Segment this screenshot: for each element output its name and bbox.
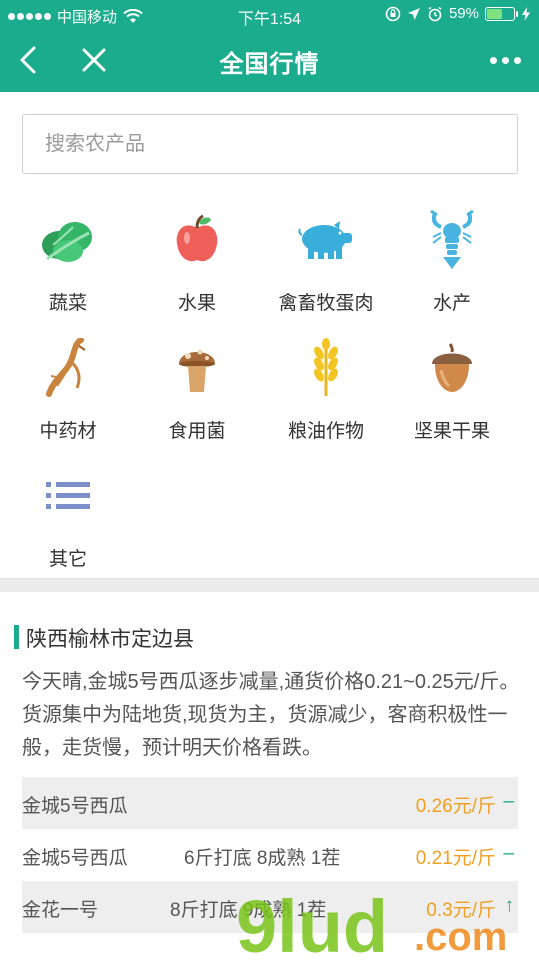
status-bar: 中国移动 下午1:54 59% (0, 0, 539, 30)
product-price: 0.3元/斤 (426, 900, 496, 921)
category-label: 其它 (48, 549, 87, 570)
category-label: 中药材 (39, 421, 97, 442)
page-title: 全国行情 (219, 51, 320, 78)
rotation-lock-icon (385, 6, 401, 21)
alarm-icon (428, 6, 442, 21)
product-name: 金城5号西瓜 (22, 796, 128, 817)
acorn-icon (422, 338, 482, 398)
category-label: 粮油作物 (287, 421, 364, 442)
market-description: 今天晴,金城5号西瓜逐步减量,通货价格0.21~0.25元/斤。货源集中为陆地货… (22, 671, 520, 759)
lobster-icon (422, 209, 482, 270)
search-input[interactable] (23, 115, 517, 173)
nav-bar: 全国行情 (0, 30, 539, 92)
category-fruit[interactable]: 水果 (130, 210, 264, 330)
mushroom-icon (167, 338, 227, 398)
product-name: 金花一号 (22, 900, 99, 921)
category-vegetable[interactable]: 蔬菜 (1, 210, 135, 330)
battery-icon (485, 6, 518, 21)
category-label: 水产 (432, 293, 471, 314)
ginseng-icon (38, 338, 98, 398)
price-row[interactable]: 金城5号西瓜 6斤打底 8成熟 1茬 0.21元/斤 – (22, 829, 518, 881)
category-herbal[interactable]: 中药材 (1, 338, 135, 458)
category-label: 蔬菜 (48, 293, 87, 314)
trend-indicator: – (503, 843, 514, 864)
category-label: 水果 (177, 293, 216, 314)
product-price: 0.26元/斤 (415, 796, 496, 817)
product-price: 0.21元/斤 (415, 848, 496, 869)
category-fungi[interactable]: 食用菌 (130, 338, 264, 458)
category-label: 食用菌 (168, 421, 226, 442)
more-dot-icon (489, 56, 497, 64)
status-right: 59% (385, 5, 531, 22)
more-dot-icon (501, 56, 509, 64)
search-box (22, 114, 518, 174)
section-divider (0, 578, 539, 592)
price-row[interactable]: 金花一号 8斤打底 9成熟 1茬 0.3元/斤 ↑ (22, 881, 518, 933)
product-name: 金城5号西瓜 (22, 848, 128, 869)
battery-percent: 59% (448, 5, 479, 22)
category-label: 禽畜牧蛋肉 (278, 293, 374, 314)
list-icon (38, 466, 98, 526)
pig-icon (296, 210, 356, 270)
product-spec: 8斤打底 9成熟 1茬 (170, 900, 327, 921)
more-dot-icon (513, 56, 521, 64)
category-livestock[interactable]: 禽畜牧蛋肉 (259, 210, 393, 330)
location-arrow-icon (407, 7, 420, 20)
more-button[interactable] (483, 42, 527, 78)
trend-indicator: ↑ (504, 895, 515, 916)
trend-indicator: – (503, 791, 514, 812)
apple-icon (167, 210, 227, 270)
category-aquatic[interactable]: 水产 (385, 209, 519, 330)
price-row[interactable]: 金城5号西瓜 0.26元/斤 – (22, 777, 518, 829)
charging-icon (522, 6, 530, 21)
category-grain[interactable]: 粮油作物 (259, 338, 393, 458)
category-other[interactable]: 其它 (1, 466, 135, 586)
category-label: 坚果干果 (413, 421, 490, 442)
category-nuts[interactable]: 坚果干果 (385, 338, 519, 458)
location-title: 陕西榆林市定边县 (26, 628, 194, 651)
location-accent-bar (14, 625, 19, 649)
product-spec: 6斤打底 8成熟 1茬 (184, 848, 341, 869)
wheat-icon (296, 338, 356, 398)
vegetable-icon (38, 210, 98, 270)
price-list: 金城5号西瓜 0.26元/斤 – 金城5号西瓜 6斤打底 8成熟 1茬 0.21… (22, 777, 518, 933)
